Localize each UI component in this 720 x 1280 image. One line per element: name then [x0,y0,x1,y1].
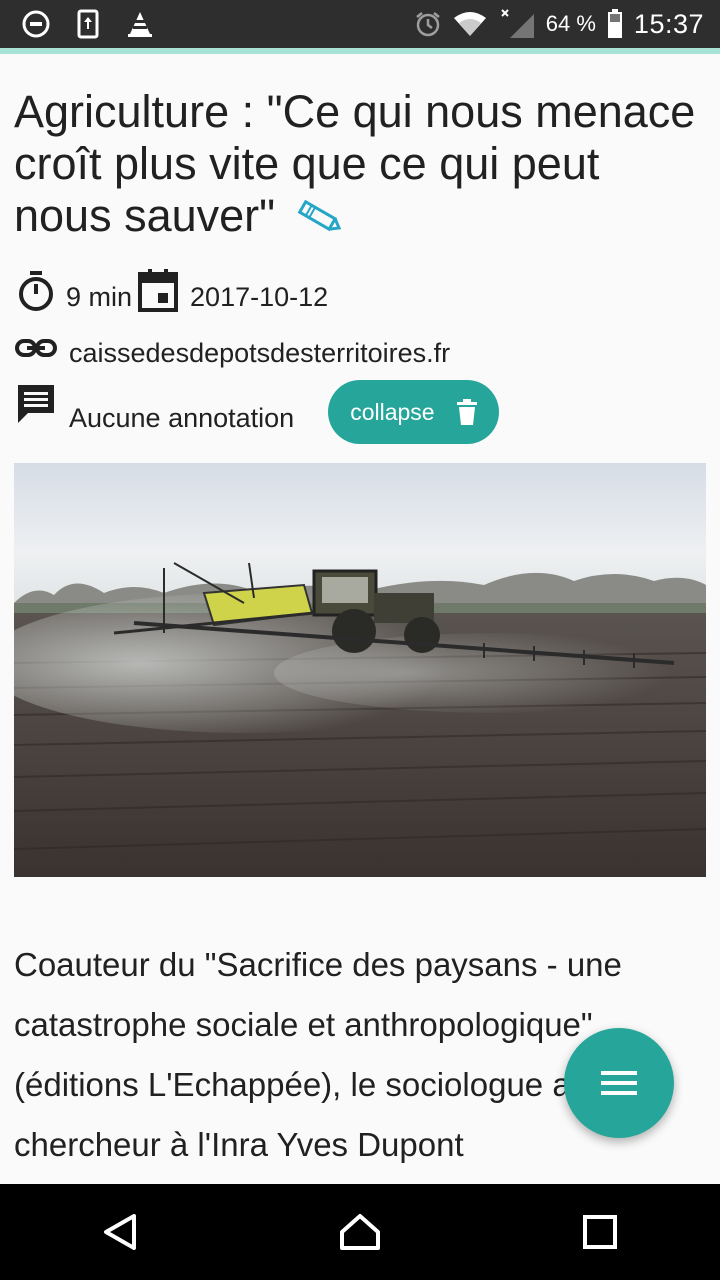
hamburger-menu-icon [601,1070,637,1096]
annotation-count: Aucune annotation [69,402,295,433]
status-bar: 64 % 15:37 [0,0,720,48]
article-title: Agriculture : "Ce qui nous menace croît … [14,86,706,245]
back-triangle-icon [104,1214,136,1250]
back-button[interactable] [80,1192,160,1272]
vlc-cone-icon [126,10,154,38]
menu-fab[interactable] [564,1028,674,1138]
publish-date: 2017-10-12 [190,281,329,312]
battery-percent: 64 % [545,11,596,36]
source-domain[interactable]: caissedesdepotsdesterritoires.fr [69,338,450,369]
article-view: Agriculture : "Ce qui nous menace croît … [14,54,706,1175]
system-navigation-bar [0,1184,720,1280]
recents-square-icon [583,1215,617,1249]
article-meta-row: 9 min 2017-10-12 [14,267,706,315]
collapse-label: collapse [350,398,435,425]
alarm-icon [414,10,442,38]
recents-button[interactable] [560,1192,640,1272]
home-button[interactable] [320,1192,400,1272]
source-row: caissedesdepotsdesterritoires.fr [14,329,706,369]
trash-icon [456,399,477,426]
annotation-row: Aucune annotation collapse [14,380,706,445]
collapse-button[interactable]: collapse [328,380,499,445]
article-hero-image [14,463,706,878]
do-not-disturb-icon [22,10,50,38]
clock: 15:37 [633,8,704,39]
timer-icon [14,269,58,313]
battery-icon [606,9,624,38]
reading-time: 9 min [66,281,133,312]
pencil-edit-icon[interactable] [296,193,344,245]
article-title-text: Agriculture : "Ce qui nous menace croît … [14,86,696,241]
signal-icon [498,9,536,38]
calendar-icon [138,269,179,313]
screen-rotation-icon [74,9,102,39]
comment-icon [14,381,58,425]
wifi-icon [452,10,488,38]
home-icon [340,1214,380,1250]
link-icon [14,337,58,361]
